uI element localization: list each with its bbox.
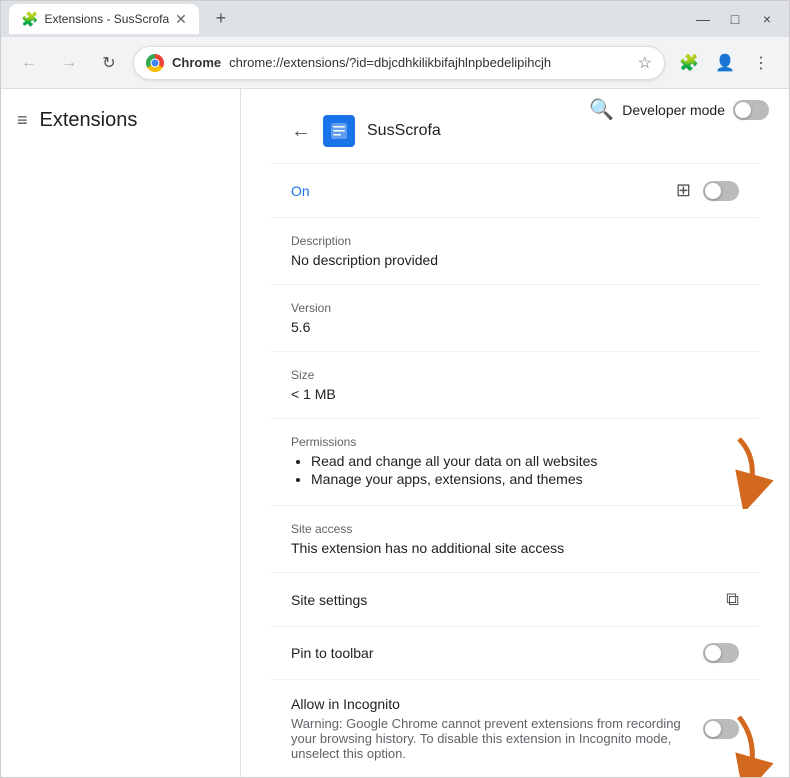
back-button[interactable]: ← (13, 47, 45, 79)
incognito-text-area: Allow in Incognito Warning: Google Chrom… (291, 696, 703, 761)
size-label: Size (291, 368, 739, 382)
toggle-knob (705, 721, 721, 737)
permission-item: Manage your apps, extensions, and themes (311, 471, 739, 487)
sidebar: ≡ Extensions (1, 89, 241, 777)
permission-item: Read and change all your data on all web… (311, 453, 739, 469)
close-button[interactable]: × (753, 5, 781, 33)
description-label: Description (291, 234, 739, 248)
permissions-list: Read and change all your data on all web… (291, 453, 739, 487)
bookmark-icon[interactable]: ☆ (638, 53, 652, 73)
chrome-logo-icon (146, 54, 164, 72)
site-settings-section: Site settings ⧉ (271, 573, 759, 627)
site-settings-row: Site settings ⧉ (291, 589, 739, 610)
site-access-label: Site access (291, 522, 739, 536)
extension-icon (323, 115, 355, 147)
pin-toolbar-toggle[interactable] (703, 643, 739, 663)
refresh-button[interactable]: ↻ (93, 47, 125, 79)
window-controls: — □ × (689, 5, 781, 33)
description-section: Description No description provided (271, 218, 759, 285)
back-button[interactable]: ← (291, 120, 311, 143)
size-value: < 1 MB (291, 386, 739, 402)
pin-toolbar-row: Pin to toolbar (291, 643, 739, 663)
new-tab-button[interactable]: + (207, 4, 235, 32)
main-layout: ≡ Extensions 🔍 Developer mode PC .COM (1, 89, 789, 777)
tab-title: Extensions - SusScrofa (44, 12, 169, 26)
menu-icon[interactable]: ⋮ (745, 47, 777, 79)
developer-mode-row: 🔍 Developer mode (589, 97, 769, 122)
search-icon[interactable]: 🔍 (589, 97, 614, 122)
extension-enable-toggle[interactable] (703, 181, 739, 201)
toolbar-icons: 🧩 👤 ⋮ (673, 47, 777, 79)
hamburger-icon[interactable]: ≡ (17, 110, 28, 131)
incognito-warning: Warning: Google Chrome cannot prevent ex… (291, 716, 683, 761)
title-bar: 🧩 Extensions - SusScrofa ✕ + — □ × (1, 1, 789, 37)
address-bar-input[interactable]: Chrome chrome://extensions/?id=dbjcdhkil… (133, 46, 665, 80)
description-value: No description provided (291, 252, 739, 268)
site-access-section: Site access This extension has no additi… (271, 506, 759, 573)
external-link-icon[interactable]: ⧉ (726, 589, 739, 610)
developer-mode-toggle[interactable] (733, 100, 769, 120)
on-label: On (291, 183, 310, 199)
incognito-label: Allow in Incognito (291, 696, 683, 712)
on-off-row: On ⊞ (291, 180, 739, 201)
tab-strip: 🧩 Extensions - SusScrofa ✕ + (9, 4, 235, 34)
toggle-knob (705, 645, 721, 661)
incognito-row: Allow in Incognito Warning: Google Chrom… (291, 696, 739, 761)
grid-icon[interactable]: ⊞ (676, 180, 691, 201)
content-area: 🔍 Developer mode PC .COM (241, 89, 789, 777)
size-section: Size < 1 MB (271, 352, 759, 419)
tab-icon: 🧩 (21, 11, 38, 28)
minimize-button[interactable]: — (689, 5, 717, 33)
chrome-scheme-label: Chrome (172, 55, 221, 70)
pin-toolbar-section: Pin to toolbar (271, 627, 759, 680)
sidebar-title: Extensions (40, 109, 138, 132)
incognito-section: Allow in Incognito Warning: Google Chrom… (271, 680, 759, 777)
url-text: chrome://extensions/?id=dbjcdhkilikbifaj… (229, 55, 630, 70)
site-settings-label: Site settings (291, 592, 367, 608)
extension-name: SusScrofa (367, 122, 441, 140)
on-off-section: On ⊞ (271, 164, 759, 218)
permissions-section: Permissions Read and change all your dat… (271, 419, 759, 506)
site-access-value: This extension has no additional site ac… (291, 540, 739, 556)
version-label: Version (291, 301, 739, 315)
extension-detail-card: ← SusScrofa On ⊞ (271, 99, 759, 777)
version-section: Version 5.6 (271, 285, 759, 352)
forward-button[interactable]: → (53, 47, 85, 79)
permissions-label: Permissions (291, 435, 739, 449)
developer-mode-label: Developer mode (622, 102, 725, 118)
extensions-icon[interactable]: 🧩 (673, 47, 705, 79)
incognito-toggle[interactable] (703, 719, 739, 739)
pin-toolbar-label: Pin to toolbar (291, 645, 374, 661)
tab-close-button[interactable]: ✕ (175, 11, 187, 28)
version-value: 5.6 (291, 319, 739, 335)
active-tab[interactable]: 🧩 Extensions - SusScrofa ✕ (9, 4, 199, 34)
toggle-knob (735, 102, 751, 118)
on-row-icons: ⊞ (676, 180, 739, 201)
sidebar-header: ≡ Extensions (1, 97, 240, 144)
address-bar: ← → ↻ Chrome chrome://extensions/?id=dbj… (1, 37, 789, 89)
browser-window: 🧩 Extensions - SusScrofa ✕ + — □ × ← → ↻… (0, 0, 790, 778)
profile-icon[interactable]: 👤 (709, 47, 741, 79)
maximize-button[interactable]: □ (721, 5, 749, 33)
scroll-area[interactable]: PC .COM ← SusScrofa (241, 89, 789, 777)
toggle-knob (705, 183, 721, 199)
